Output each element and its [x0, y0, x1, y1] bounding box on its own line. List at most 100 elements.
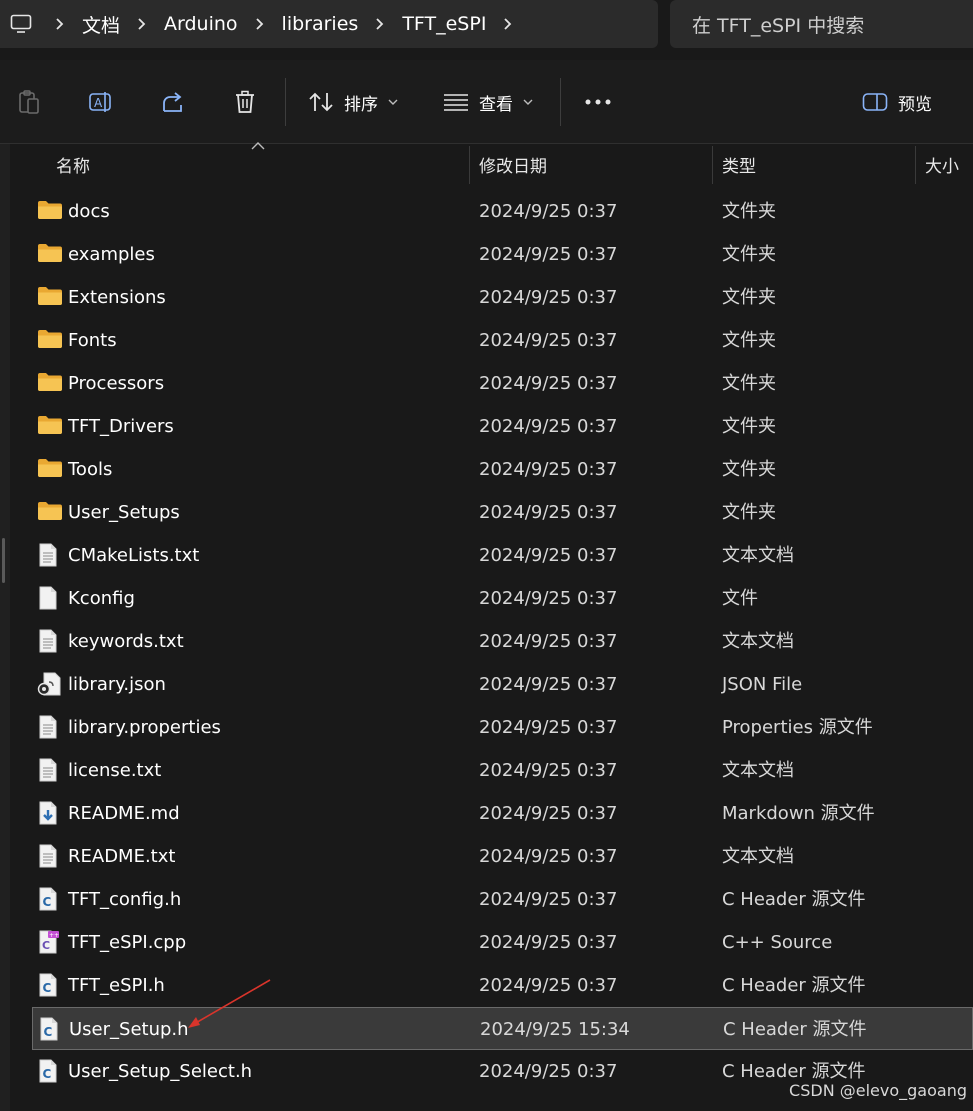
folder-icon	[37, 242, 63, 266]
column-header-size[interactable]: 大小	[925, 144, 959, 184]
breadcrumb-arduino[interactable]: Arduino	[160, 13, 242, 35]
file-row[interactable]: Extensions 2024/9/25 0:37 文件夹	[32, 276, 973, 319]
column-header-type[interactable]: 类型	[722, 144, 756, 184]
file-row[interactable]: User_Setups 2024/9/25 0:37 文件夹	[32, 491, 973, 534]
more-options-icon[interactable]	[578, 82, 618, 122]
chevron-right-icon[interactable]	[242, 17, 278, 31]
preview-label: 预览	[898, 94, 932, 115]
breadcrumb-documents[interactable]: 文档	[78, 11, 124, 38]
column-divider[interactable]	[469, 146, 470, 184]
svg-text:C: C	[44, 1025, 53, 1039]
file-name: CMakeLists.txt	[68, 545, 200, 566]
text-file-icon	[37, 758, 63, 782]
svg-text:C: C	[43, 895, 52, 909]
file-modified-date: 2024/9/25 0:37	[479, 631, 618, 652]
navigation-pane-edge[interactable]	[0, 144, 10, 1111]
file-type: 文件夹	[722, 201, 776, 222]
file-row[interactable]: C User_Setup.h 2024/9/25 15:34 C Header 源文件	[32, 1007, 973, 1050]
file-row[interactable]: license.txt 2024/9/25 0:37 文本文档	[32, 749, 973, 792]
file-row[interactable]: TFT_Drivers 2024/9/25 0:37 文件夹	[32, 405, 973, 448]
file-type: C Header 源文件	[722, 889, 866, 910]
file-row[interactable]: Kconfig 2024/9/25 0:37 文件	[32, 577, 973, 620]
c-header-file-icon: C	[37, 973, 63, 997]
file-modified-date: 2024/9/25 15:34	[480, 1019, 630, 1040]
file-row[interactable]: C TFT_config.h 2024/9/25 0:37 C Header 源文件	[32, 878, 973, 921]
column-header-name[interactable]: 名称	[56, 144, 90, 184]
file-row[interactable]: Processors 2024/9/25 0:37 文件夹	[32, 362, 973, 405]
file-row[interactable]: ++ C TFT_eSPI.cpp 2024/9/25 0:37 C++ Source	[32, 921, 973, 964]
file-row[interactable]: CMakeLists.txt 2024/9/25 0:37 文本文档	[32, 534, 973, 577]
rename-icon[interactable]: A	[81, 82, 121, 122]
sort-button[interactable]: 排序	[308, 82, 398, 122]
folder-icon	[37, 285, 63, 309]
search-input[interactable]: 在 TFT_eSPI 中搜索	[670, 0, 973, 48]
c-header-file-icon: C	[38, 1017, 64, 1041]
file-name: Fonts	[68, 330, 117, 351]
file-row[interactable]: examples 2024/9/25 0:37 文件夹	[32, 233, 973, 276]
svg-text:++: ++	[49, 932, 59, 939]
sort-label: 排序	[344, 94, 378, 115]
view-button[interactable]: 查看	[443, 82, 533, 122]
file-row[interactable]: keywords.txt 2024/9/25 0:37 文本文档	[32, 620, 973, 663]
column-divider[interactable]	[712, 146, 713, 184]
breadcrumb-tft-espi[interactable]: TFT_eSPI	[398, 13, 490, 35]
file-row[interactable]: docs 2024/9/25 0:37 文件夹	[32, 190, 973, 233]
file-row[interactable]: C TFT_eSPI.h 2024/9/25 0:37 C Header 源文件	[32, 964, 973, 1007]
file-row[interactable]: library.json 2024/9/25 0:37 JSON File	[32, 663, 973, 706]
delete-icon[interactable]	[225, 82, 265, 122]
watermark: CSDN @elevo_gaoang	[789, 1081, 967, 1100]
preview-button[interactable]: 预览	[862, 82, 932, 122]
file-type: 文件	[722, 588, 758, 609]
file-name: Tools	[68, 459, 113, 480]
file-name: license.txt	[68, 760, 162, 781]
file-type: C Header 源文件	[722, 975, 866, 996]
scrollbar-thumb[interactable]	[2, 538, 5, 583]
file-type: 文件夹	[722, 244, 776, 265]
chevron-down-icon	[523, 99, 533, 105]
file-name: User_Setup.h	[69, 1019, 189, 1040]
toolbar-divider	[285, 78, 286, 126]
c-header-file-icon: C	[37, 887, 63, 911]
svg-text:C: C	[42, 939, 50, 952]
column-header-date[interactable]: 修改日期	[479, 144, 547, 184]
address-bar[interactable]: 文档 Arduino libraries TFT_eSPI	[0, 0, 658, 48]
file-modified-date: 2024/9/25 0:37	[479, 975, 618, 996]
text-file-icon	[37, 715, 63, 739]
svg-text:C: C	[43, 981, 52, 995]
file-modified-date: 2024/9/25 0:37	[479, 502, 618, 523]
chevron-right-icon[interactable]	[362, 17, 398, 31]
file-row[interactable]: Fonts 2024/9/25 0:37 文件夹	[32, 319, 973, 362]
chevron-right-icon[interactable]	[490, 17, 526, 31]
preview-pane-icon	[862, 93, 888, 111]
svg-text:A: A	[94, 96, 103, 110]
file-row[interactable]: Tools 2024/9/25 0:37 文件夹	[32, 448, 973, 491]
this-pc-icon[interactable]	[0, 0, 42, 48]
file-modified-date: 2024/9/25 0:37	[479, 846, 618, 867]
file-modified-date: 2024/9/25 0:37	[479, 244, 618, 265]
file-modified-date: 2024/9/25 0:37	[479, 373, 618, 394]
file-name: keywords.txt	[68, 631, 184, 652]
chevron-right-icon[interactable]	[124, 17, 160, 31]
file-modified-date: 2024/9/25 0:37	[479, 760, 618, 781]
file-modified-date: 2024/9/25 0:37	[479, 545, 618, 566]
file-type: 文本文档	[722, 846, 794, 867]
folder-icon	[37, 457, 63, 481]
file-type: 文件夹	[722, 330, 776, 351]
folder-icon	[37, 371, 63, 395]
file-name: examples	[68, 244, 155, 265]
file-name: TFT_eSPI.h	[68, 975, 165, 996]
file-row[interactable]: README.txt 2024/9/25 0:37 文本文档	[32, 835, 973, 878]
column-divider[interactable]	[915, 146, 916, 184]
paste-icon[interactable]	[9, 82, 49, 122]
file-row[interactable]: README.md 2024/9/25 0:37 Markdown 源文件	[32, 792, 973, 835]
file-type: 文本文档	[722, 545, 794, 566]
file-name: README.txt	[68, 846, 176, 867]
breadcrumb-libraries[interactable]: libraries	[278, 13, 363, 35]
file-type: 文本文档	[722, 760, 794, 781]
chevron-right-icon[interactable]	[42, 17, 78, 31]
svg-text:C: C	[43, 1067, 52, 1081]
share-icon[interactable]	[153, 82, 193, 122]
file-modified-date: 2024/9/25 0:37	[479, 674, 618, 695]
file-type: 文件夹	[722, 502, 776, 523]
file-row[interactable]: library.properties 2024/9/25 0:37 Properti…	[32, 706, 973, 749]
